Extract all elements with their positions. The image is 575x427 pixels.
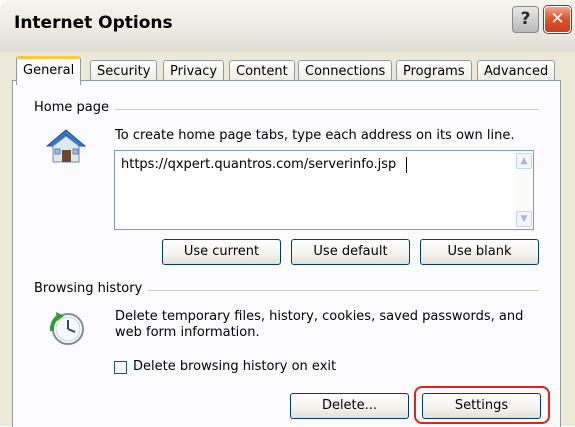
delete-on-exit-label[interactable]: Delete browsing history on exit <box>133 359 336 374</box>
delete-on-exit-checkbox[interactable] <box>114 361 127 374</box>
use-blank-button[interactable]: Use blank <box>420 239 539 265</box>
use-current-button[interactable]: Use current <box>162 239 281 265</box>
scroll-down-arrow-icon[interactable]: ▼ <box>516 211 532 227</box>
title-bar[interactable]: Internet Options ? ✕ <box>0 0 575 53</box>
window-title: Internet Options <box>14 13 173 33</box>
home-page-section-label: Home page <box>34 100 115 115</box>
tab-general[interactable]: General <box>16 56 82 85</box>
textarea-scrollbar[interactable]: ▲ ▼ <box>515 151 533 229</box>
history-clock-icon <box>48 309 86 347</box>
delete-button[interactable]: Delete... <box>290 393 409 419</box>
home-house-icon <box>45 128 87 164</box>
settings-button-highlight <box>414 386 550 424</box>
use-default-button[interactable]: Use default <box>291 239 410 265</box>
text-caret <box>406 157 407 173</box>
scroll-up-arrow-icon[interactable]: ▲ <box>516 153 532 169</box>
home-page-url-textarea[interactable]: https://qxpert.quantros.com/serverinfo.j… <box>114 150 534 230</box>
close-button[interactable]: ✕ <box>544 6 571 33</box>
home-page-url: https://qxpert.quantros.com/serverinfo.j… <box>121 157 397 172</box>
home-page-instruction: To create home page tabs, type each addr… <box>115 128 515 143</box>
help-button[interactable]: ? <box>512 6 539 33</box>
browsing-history-description: Delete temporary files, history, cookies… <box>115 309 524 340</box>
browsing-history-section-label: Browsing history <box>34 281 149 296</box>
